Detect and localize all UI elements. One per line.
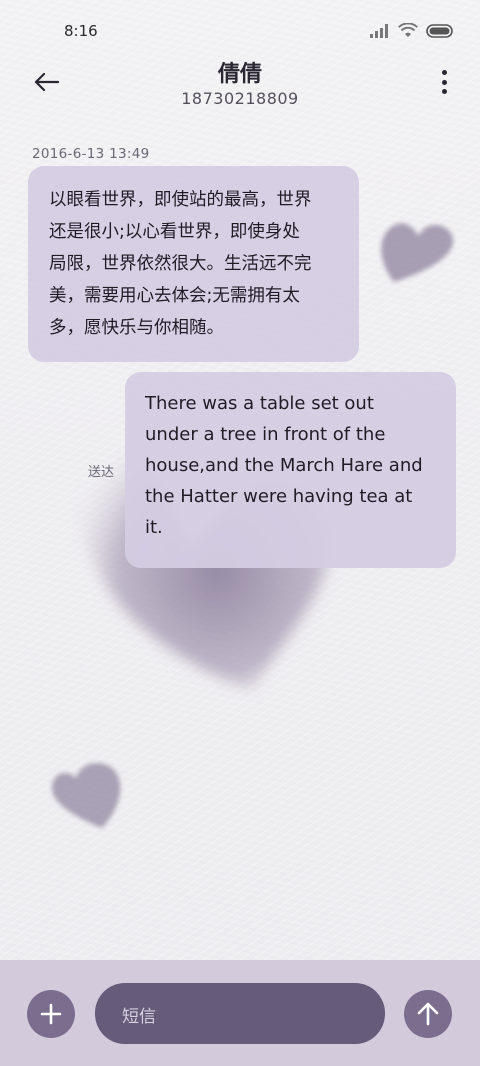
signal-icon [370, 23, 388, 38]
delivery-status: 送达 [88, 465, 115, 480]
plus-icon [40, 1003, 62, 1025]
small-heart-decoration-right [381, 223, 454, 282]
message-line: 美，需要用心去体会;无需拥有太 [49, 286, 300, 306]
send-button[interactable] [404, 990, 452, 1038]
send-arrow-icon [417, 1002, 439, 1026]
outgoing-message-bubble[interactable]: There was a table set out under a tree i… [125, 372, 456, 568]
message-line: There was a table set out [145, 393, 374, 414]
battery-icon [426, 23, 453, 38]
more-vertical-icon [441, 70, 447, 75]
message-line: under a tree in front of the [145, 424, 386, 445]
message-line: it. [145, 517, 163, 538]
message-line: 局限，世界依然很大。生活远不完 [49, 254, 312, 274]
status-icons [370, 23, 454, 38]
contact-phone-number: 18730218809 [181, 89, 299, 108]
message-line: 以眼看世界，即使站的最高，世界 [49, 190, 312, 210]
more-options-button[interactable] [438, 70, 450, 94]
message-line: the Hatter were having tea at [145, 486, 413, 507]
message-line: 多，愿快乐与你相随。 [49, 318, 224, 338]
contact-name: 倩倩 [217, 62, 262, 87]
status-time: 8:16 [64, 22, 98, 40]
status-bar: 8:16 [0, 0, 480, 60]
add-attachment-button[interactable] [27, 990, 75, 1038]
message-timestamp: 2016-6-13 13:49 [32, 146, 150, 162]
small-heart-decoration-left [52, 763, 121, 828]
message-line: 还是很小;以心看世界，即使身处 [49, 222, 300, 242]
message-line: house,and the March Hare and [145, 455, 423, 476]
incoming-message-bubble[interactable]: 以眼看世界，即使站的最高，世界 还是很小;以心看世界，即使身处 局限，世界依然很… [28, 166, 359, 362]
wifi-icon [398, 23, 418, 37]
sms-input-placeholder: 短信 [122, 1007, 156, 1027]
